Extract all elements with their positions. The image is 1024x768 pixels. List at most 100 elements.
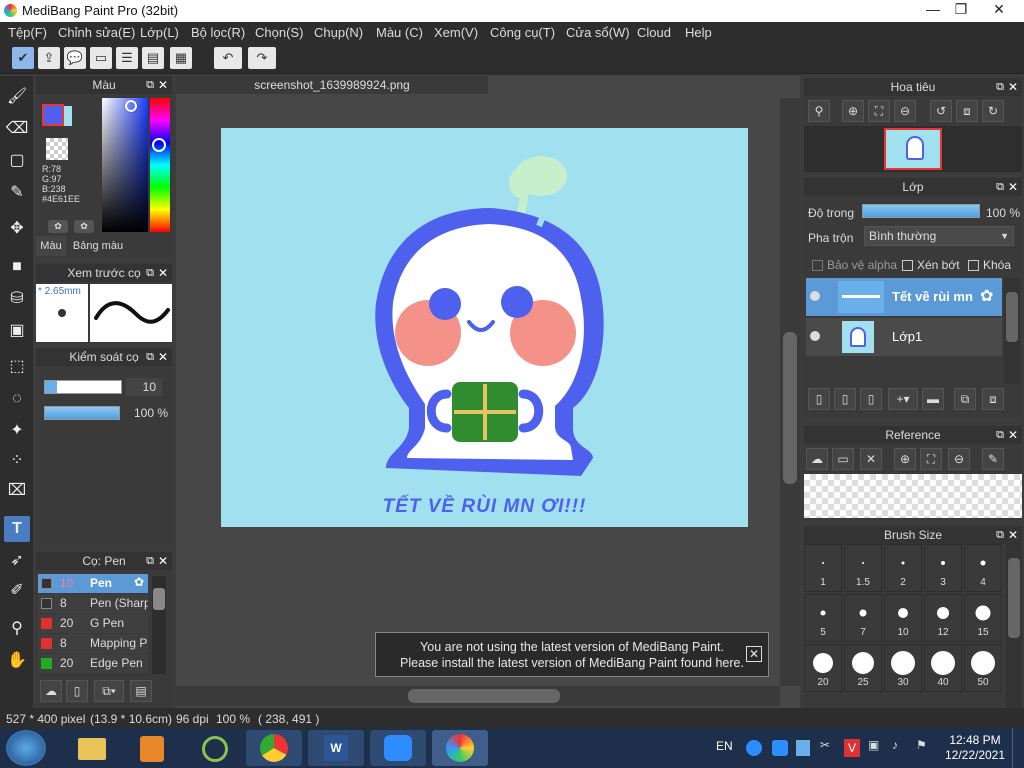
new-layer-icon[interactable]: ▯ [808,388,830,410]
menu-view[interactable]: Xem(V) [434,25,478,40]
brush-size-cell[interactable]: 2 [884,544,922,592]
update-notification[interactable]: You are not using the latest version of … [375,632,769,677]
brush-size-cell[interactable]: 25 [844,644,882,692]
magic-wand-tool-icon[interactable]: ✦ [4,418,30,444]
new-halftone-layer-icon[interactable]: ▯ [834,388,856,410]
notification-close-icon[interactable]: ✕ [746,646,762,662]
close-window-button[interactable]: ✕ [976,0,1022,20]
check-icon[interactable]: ✔ [12,47,34,69]
navigator-preview[interactable] [804,126,1022,172]
brush-item[interactable]: 20 Edge Pen [38,654,148,673]
select-rect-tool-icon[interactable]: ⬚ [4,354,30,380]
brush-item[interactable]: 20 G Pen [38,614,148,633]
menu-help[interactable]: Help [685,25,712,40]
maximize-icon[interactable]: ⧉ [996,178,1004,196]
maximize-icon[interactable]: ⧉ [146,552,154,570]
close-icon[interactable]: ✕ [1008,78,1018,96]
app-green-icon[interactable] [186,730,242,766]
folder-icon[interactable]: ▬ [922,388,944,410]
lock-checkbox[interactable]: Khóa [968,258,1011,272]
brush-size-value[interactable]: 10 [126,378,162,396]
brush-size-cell[interactable]: 40 [924,644,962,692]
eraser-tool-icon[interactable]: ⌫ [4,116,30,142]
brush-size-cell[interactable]: 5 [804,594,842,642]
eyedropper-icon[interactable]: ✎ [982,448,1004,470]
line-tool-icon[interactable]: ✎ [4,180,30,206]
clip-checkbox[interactable]: Xén bớt [902,258,960,272]
artboard[interactable]: TẾT VỀ RÙI MN ƠI!!! [221,128,748,527]
volume-icon[interactable]: ♪ [892,738,898,752]
sv-picker-handle[interactable] [125,100,137,112]
rotate-left-icon[interactable]: ↺ [930,100,952,122]
merge-layer-icon[interactable]: ⧈ [982,388,1004,410]
brush-size-scrollbar[interactable] [1006,544,1022,708]
hue-handle[interactable] [152,138,166,152]
media-player-icon[interactable] [124,730,180,766]
frame-divider-tool-icon[interactable]: ✐ [4,578,30,604]
brush-settings-icon[interactable]: ▤ [130,680,152,702]
palette-icon[interactable]: ✿ [48,220,68,233]
chrome-icon[interactable] [246,730,302,766]
reference-canvas[interactable] [804,474,1022,518]
chat-icon[interactable]: ▭ [90,47,112,69]
zoom-out-icon[interactable]: ⊖ [948,448,970,470]
layer-scrollbar[interactable] [1004,278,1020,384]
saturation-value-picker[interactable] [102,98,148,232]
rectangle-tool-icon[interactable]: ▢ [4,148,30,174]
select-pen-tool-icon[interactable]: ⁘ [4,448,30,474]
layer-item[interactable]: Tết về rùi mn ✿ [806,278,1002,316]
maximize-icon[interactable]: ⧉ [996,526,1004,544]
close-icon[interactable]: ✕ [1008,178,1018,196]
hand-tool-icon[interactable]: ✋ [4,648,30,674]
maximize-icon[interactable]: ⧉ [146,76,154,94]
menu-snap[interactable]: Chụp(N) [314,25,363,40]
close-icon[interactable]: ✕ [158,76,168,94]
brush-size-cell[interactable]: 3 [924,544,962,592]
brush-size-cell[interactable]: 15 [964,594,1002,642]
wheel-icon[interactable]: ✿ [74,220,94,233]
cloud-icon[interactable]: ☁ [806,448,828,470]
protect-alpha-checkbox[interactable]: Bảo vệ alpha [812,258,897,272]
text-tool-icon[interactable]: T [4,516,30,542]
brush-size-cell[interactable]: 4 [964,544,1002,592]
restore-button[interactable]: ❐ [946,0,976,20]
zoom-in-icon[interactable]: ⊕ [842,100,864,122]
eyedropper-tool-icon[interactable]: ⚲ [4,616,30,642]
new-1bit-layer-icon[interactable]: ▯ [860,388,882,410]
tray-app-icon[interactable] [796,740,810,756]
menu-edit[interactable]: Chỉnh sửa(E) [58,25,135,40]
gear-icon[interactable]: ✿ [134,575,144,589]
language-indicator[interactable]: EN [716,739,733,753]
transparent-color-swatch[interactable] [46,138,68,160]
menu-tools[interactable]: Công cụ(T) [490,25,555,40]
actual-size-icon[interactable]: ⧈ [956,100,978,122]
clock[interactable]: 12:48 PM 12/22/2021 [944,733,1006,763]
brush-size-cell[interactable]: 7 [844,594,882,642]
brush-size-cell[interactable]: 10 [884,594,922,642]
cloud-upload-icon[interactable]: ☁ [40,680,62,702]
brush-item[interactable]: 8 Pen (Sharp) [38,594,148,613]
zoom-in-icon[interactable]: ⊕ [894,448,916,470]
foreground-color-swatch[interactable] [42,104,64,126]
vertical-scrollbar[interactable] [780,98,800,686]
menu-window[interactable]: Cửa sổ(W) [566,25,630,40]
redo-icon[interactable]: ↷ [248,47,276,69]
horizontal-scrollbar[interactable] [176,686,780,706]
tools-tray-icon[interactable]: ✂ [820,738,830,752]
maximize-icon[interactable]: ⧉ [146,264,154,282]
brush-size-cell[interactable]: 20 [804,644,842,692]
menu-filter[interactable]: Bộ lọc(R) [191,25,245,40]
brush-opacity-slider[interactable] [44,406,120,420]
eye-icon[interactable] [810,331,820,341]
network-icon[interactable]: ▣ [868,738,879,752]
fit-icon[interactable]: ⛶ [868,100,890,122]
move-tool-icon[interactable]: ✥ [4,216,30,242]
open-folder-icon[interactable]: ▭ [832,448,854,470]
brush-item[interactable]: 8 Mapping Pen [38,634,148,653]
undo-icon[interactable]: ↶ [214,47,242,69]
rotate-right-icon[interactable]: ↻ [982,100,1004,122]
zoom-icon[interactable] [370,730,426,766]
layer-opacity-slider[interactable] [862,204,980,218]
menu-color[interactable]: Màu (C) [376,25,423,40]
close-reference-icon[interactable]: ✕ [860,448,882,470]
